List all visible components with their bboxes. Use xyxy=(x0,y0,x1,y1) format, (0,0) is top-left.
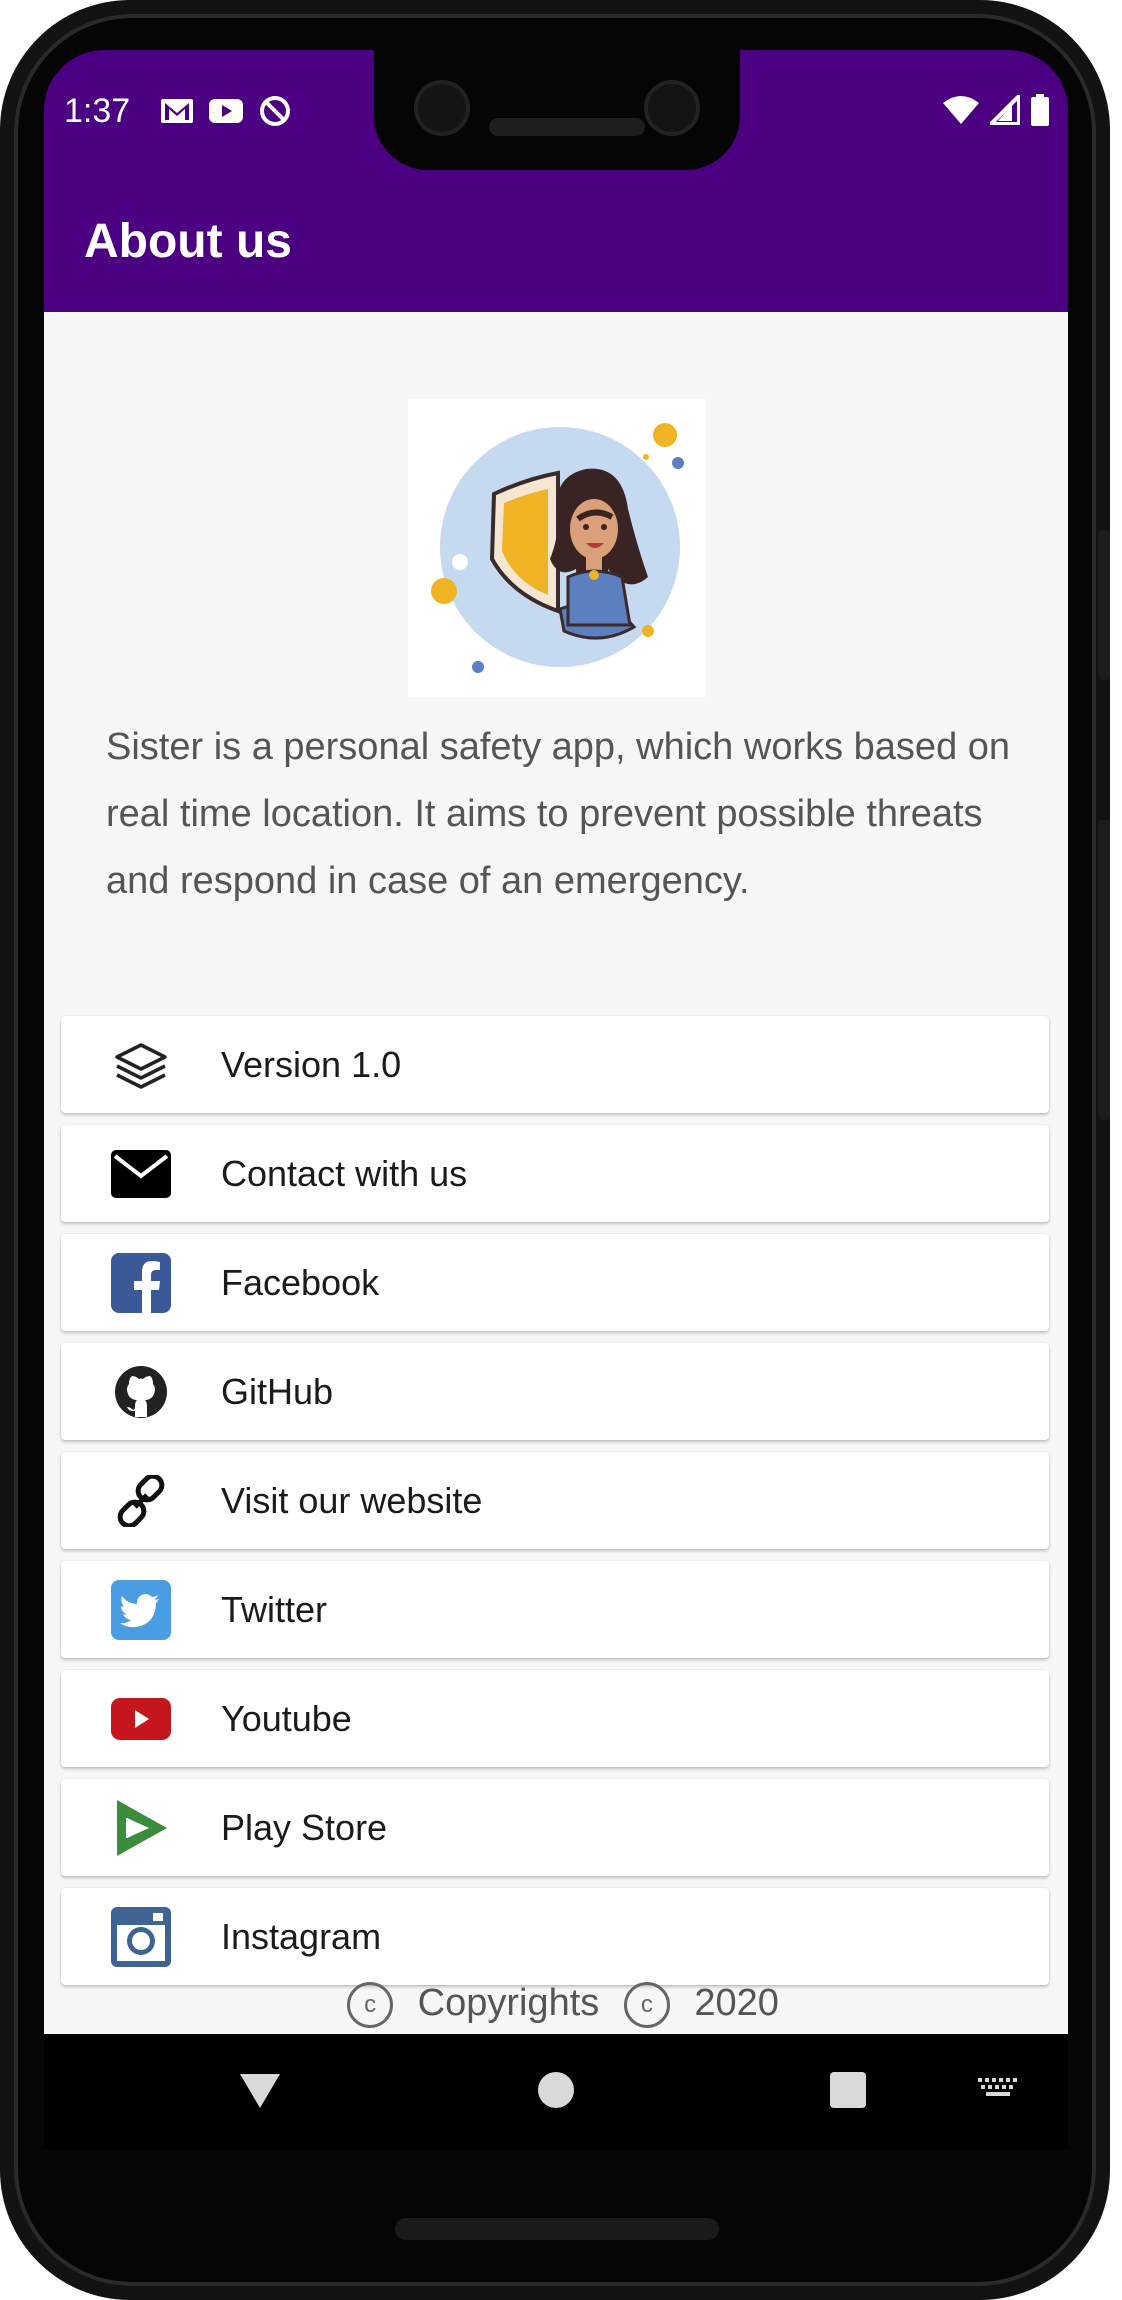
signal-icon xyxy=(990,95,1020,125)
earpiece xyxy=(489,118,645,136)
list-item-contact[interactable]: Contact with us xyxy=(61,1125,1049,1222)
list-item-label: Youtube xyxy=(221,1698,352,1739)
home-icon[interactable] xyxy=(538,2072,574,2108)
gmail-icon xyxy=(161,99,193,123)
youtube-icon xyxy=(111,1689,171,1749)
volume-button xyxy=(1098,820,1110,1120)
list-item-label: Instagram xyxy=(221,1916,382,1957)
power-button xyxy=(1098,530,1110,680)
list-item-label: GitHub xyxy=(221,1371,334,1412)
instagram-icon xyxy=(111,1907,171,1967)
list-item-play-store[interactable]: Play Store xyxy=(61,1779,1049,1876)
about-content: Sister is a personal safety app, which w… xyxy=(44,312,1068,2034)
layers-icon xyxy=(111,1035,171,1095)
status-system-icons xyxy=(942,94,1050,126)
keyboard-icon[interactable] xyxy=(978,2078,1018,2098)
shield-woman-illustration xyxy=(431,423,684,673)
battery-icon xyxy=(1031,94,1049,126)
list-item-label: Facebook xyxy=(221,1262,380,1303)
screen: 1:37 About us Sister is a personal safet… xyxy=(44,50,1068,2150)
app-illustration xyxy=(408,399,706,697)
camera-notch xyxy=(374,50,740,170)
copyright-icon: c xyxy=(623,1982,670,2028)
list-item-instagram[interactable]: Instagram xyxy=(61,1888,1049,1985)
status-time: 1:37 xyxy=(64,92,131,130)
front-camera xyxy=(644,80,700,136)
list-item-label: Play Store xyxy=(221,1807,388,1848)
list-item-website[interactable]: Visit our website xyxy=(61,1452,1049,1549)
phone-frame: 1:37 About us Sister is a personal safet… xyxy=(0,0,1110,2300)
system-nav-bar xyxy=(44,2034,1068,2150)
list-item-label: Version 1.0 xyxy=(221,1044,402,1085)
youtube-icon xyxy=(209,99,243,123)
wifi-icon xyxy=(943,96,979,124)
play-store-icon xyxy=(111,1798,171,1858)
list-item-label: Twitter xyxy=(221,1589,328,1630)
back-icon[interactable] xyxy=(240,2074,280,2108)
twitter-icon xyxy=(111,1580,171,1640)
copyright-text: Copyrights xyxy=(417,1982,600,2025)
facebook-icon xyxy=(111,1253,171,1313)
recents-icon[interactable] xyxy=(830,2072,866,2108)
copyright-footer: c Copyrights c 2020 xyxy=(44,1982,1068,2028)
mail-icon xyxy=(111,1144,171,1204)
links-list: Version 1.0 Contact with us Facebook Git… xyxy=(61,1016,1049,1997)
app-bar: 1:37 About us xyxy=(44,50,1068,312)
bottom-speaker xyxy=(395,2218,719,2240)
list-item-github[interactable]: GitHub xyxy=(61,1343,1049,1440)
data-saver-icon xyxy=(260,96,290,126)
app-description: Sister is a personal safety app, which w… xyxy=(106,726,1011,902)
copyright-year: 2020 xyxy=(694,1982,779,2025)
list-item-facebook[interactable]: Facebook xyxy=(61,1234,1049,1331)
front-camera xyxy=(414,80,470,136)
list-item-youtube[interactable]: Youtube xyxy=(61,1670,1049,1767)
list-item-label: Visit our website xyxy=(221,1480,483,1521)
list-item-twitter[interactable]: Twitter xyxy=(61,1561,1049,1658)
page-title: About us xyxy=(84,215,292,268)
list-item-label: Contact with us xyxy=(221,1153,468,1194)
copyright-icon: c xyxy=(347,1982,394,2028)
list-item-version[interactable]: Version 1.0 xyxy=(61,1016,1049,1113)
status-notification-icons xyxy=(160,94,292,128)
github-icon xyxy=(111,1362,171,1422)
link-icon xyxy=(111,1471,171,1531)
